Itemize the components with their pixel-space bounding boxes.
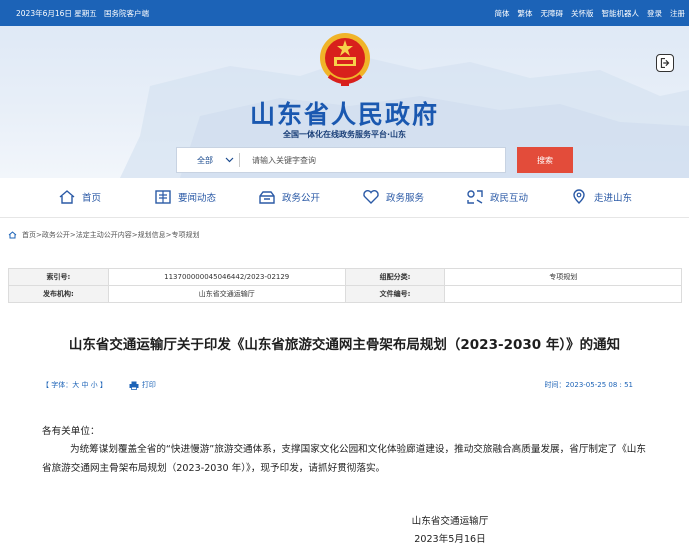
link-simplified[interactable]: 简体 <box>495 8 510 19</box>
category-value: 专项规划 <box>444 268 682 286</box>
nav-news[interactable]: 要闻动态 <box>154 189 216 205</box>
link-elder-mode[interactable]: 关怀版 <box>571 8 594 19</box>
home-icon <box>59 190 75 204</box>
breadcrumb-path[interactable]: 首页>政务公开>法定主动公开内容>规划信息>专项规划 <box>22 230 199 240</box>
body-paragraph: 为统筹谋划覆盖全省的“快进慢游”旅游交通体系，支撑国家文化公园和文化体验廊道建设… <box>42 444 646 474</box>
nav-interaction[interactable]: 政民互动 <box>466 189 528 205</box>
table-row: 发布机构: 山东省交通运输厅 文件编号: <box>8 285 682 303</box>
issuer-value: 山东省交通运输厅 <box>107 285 346 303</box>
nav-home[interactable]: 首页 <box>58 189 101 205</box>
nav-open-gov[interactable]: 政务公开 <box>258 189 320 205</box>
link-login[interactable]: 登录 <box>647 8 662 19</box>
interaction-icon <box>467 190 483 204</box>
search-button[interactable]: 搜索 <box>517 147 573 173</box>
document-toolbar: 【 字体：大 中 小 】 打印 <box>42 380 156 390</box>
salutation: 各有关单位： <box>42 426 100 437</box>
heart-icon <box>363 190 379 204</box>
site-subtitle: 全国一体化在线政务服务平台·山东 <box>282 130 407 139</box>
signature-block: 山东省交通运输厅 2023年5月16日 <box>380 513 520 549</box>
link-chatbot[interactable]: 智能机器人 <box>602 8 640 19</box>
index-value: 113700000045046442/2023-02129 <box>107 268 346 286</box>
site-title: 山东省人民政府 <box>249 100 439 129</box>
category-label: 组配分类: <box>344 268 446 286</box>
chevron-down-icon <box>225 157 234 163</box>
table-row: 索引号: 113700000045046442/2023-02129 组配分类:… <box>8 268 682 286</box>
issuer-label: 发布机构: <box>8 285 109 303</box>
link-accessibility[interactable]: 无障碍 <box>541 8 564 19</box>
main-nav: 首页 要闻动态 政务公开 政务服务 政民互动 走进山东 <box>0 178 689 218</box>
breadcrumb: 首页>政务公开>法定主动公开内容>规划信息>专项规划 <box>8 230 199 240</box>
link-traditional[interactable]: 繁体 <box>518 8 533 19</box>
docno-label: 文件编号: <box>344 285 446 303</box>
document-box-icon <box>259 191 275 204</box>
printer-icon <box>129 381 139 390</box>
top-links: 简体 繁体 无障碍 关怀版 智能机器人 登录 注册 <box>495 8 686 19</box>
sign-date: 2023年5月16日 <box>414 534 486 545</box>
document-info-table: 索引号: 113700000045046442/2023-02129 组配分类:… <box>8 268 682 303</box>
search-category-select[interactable]: 全部 <box>177 155 239 166</box>
gov-app-link[interactable]: 国务院客户端 <box>104 9 149 18</box>
national-emblem-icon <box>320 33 370 86</box>
date-text: 2023年6月16日 星期五 国务院客户端 <box>16 9 149 18</box>
nav-about-shandong[interactable]: 走进山东 <box>570 189 632 205</box>
newspaper-icon <box>155 190 171 204</box>
top-bar: 2023年6月16日 星期五 国务院客户端 简体 繁体 无障碍 关怀版 智能机器… <box>0 0 689 26</box>
exit-icon[interactable] <box>656 54 674 72</box>
home-small-icon <box>8 231 17 239</box>
signer: 山东省交通运输厅 <box>411 516 489 527</box>
docno-value <box>444 285 682 303</box>
header-banner: 山东省人民政府 全国一体化在线政务服务平台·山东 全部 搜索 <box>0 26 689 178</box>
location-icon <box>573 189 585 204</box>
document-title: 山东省交通运输厅关于印发《山东省旅游交通网主骨架布局规划（2023-2030 年… <box>68 337 621 353</box>
nav-services[interactable]: 政务服务 <box>362 189 424 205</box>
font-size-control[interactable]: 【 字体：大 中 小 】 <box>42 380 107 390</box>
link-register[interactable]: 注册 <box>670 8 685 19</box>
index-label: 索引号: <box>8 268 109 286</box>
print-button[interactable]: 打印 <box>129 380 156 390</box>
search-input[interactable] <box>240 155 500 165</box>
search-bar: 全部 <box>176 147 506 173</box>
publish-time: 时间：2023-05-25 08 : 51 <box>544 381 633 389</box>
